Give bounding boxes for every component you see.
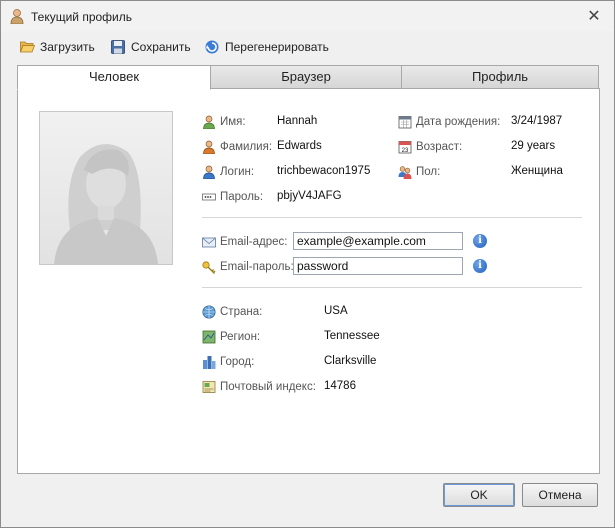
user-icon bbox=[9, 8, 25, 25]
age-label: Возраст: bbox=[416, 141, 463, 153]
surname-value: Edwards bbox=[277, 140, 322, 152]
divider bbox=[202, 217, 582, 218]
person-panel: Имя: Hannah Фамилия: Edwards Логин: tric… bbox=[17, 88, 600, 474]
avatar bbox=[39, 111, 173, 265]
name-row: Имя: bbox=[202, 114, 246, 130]
gender-value: Женщина bbox=[511, 165, 563, 177]
ok-button[interactable]: OK bbox=[443, 483, 515, 507]
birthdate-value: 3/24/1987 bbox=[511, 115, 563, 127]
email-address-row: Email-адрес: bbox=[202, 234, 287, 250]
key-icon bbox=[202, 261, 216, 274]
name-value: Hannah bbox=[277, 115, 318, 127]
buildings-icon bbox=[203, 356, 216, 369]
country-value: USA bbox=[324, 305, 348, 317]
city-label: Город: bbox=[220, 356, 255, 368]
floppy-disk-icon bbox=[111, 40, 125, 54]
regenerate-button[interactable]: Перегенерировать bbox=[204, 38, 329, 56]
folder-open-icon bbox=[19, 41, 35, 53]
region-row: Регион: bbox=[202, 329, 260, 345]
load-button[interactable]: Загрузить bbox=[19, 38, 95, 56]
map-icon bbox=[202, 330, 216, 344]
gender-users-icon bbox=[398, 166, 412, 179]
email-password-row: Email-пароль: bbox=[202, 259, 294, 275]
tab-browser[interactable]: Браузер bbox=[210, 65, 402, 89]
city-row: Город: bbox=[202, 354, 254, 370]
email-address-input[interactable] bbox=[293, 232, 463, 250]
calendar-day-icon: 23 bbox=[398, 141, 412, 154]
name-label: Имя: bbox=[220, 116, 246, 128]
age-row: 23 Возраст: bbox=[398, 139, 462, 155]
email-password-input[interactable] bbox=[293, 257, 463, 275]
tab-person[interactable]: Человек bbox=[17, 65, 211, 90]
country-row: Страна: bbox=[202, 304, 262, 320]
gender-row: Пол: bbox=[398, 164, 440, 180]
window-title: Текущий профиль bbox=[31, 10, 133, 24]
password-value: pbjyV4JAFG bbox=[277, 190, 342, 202]
zip-value: 14786 bbox=[324, 380, 356, 392]
email-address-info-icon[interactable]: i bbox=[473, 234, 487, 248]
email-password-info-icon[interactable]: i bbox=[473, 259, 487, 273]
password-label: Пароль: bbox=[220, 191, 264, 203]
gender-label: Пол: bbox=[416, 166, 441, 178]
person-icon bbox=[203, 115, 215, 129]
person-icon bbox=[203, 165, 215, 179]
city-value: Clarksville bbox=[324, 355, 377, 367]
email-password-label: Email-пароль: bbox=[220, 261, 294, 273]
login-value: trichbewacon1975 bbox=[277, 165, 371, 177]
region-label: Регион: bbox=[220, 331, 261, 343]
close-icon[interactable]: ✕ bbox=[586, 6, 602, 26]
save-label: Сохранить bbox=[131, 40, 191, 54]
region-value: Tennessee bbox=[324, 330, 380, 342]
email-address-label: Email-адрес: bbox=[220, 236, 288, 248]
load-label: Загрузить bbox=[40, 40, 95, 54]
profile-window: Текущий профиль ✕ Загрузить Сохранить Пе… bbox=[0, 0, 615, 528]
login-label: Логин: bbox=[220, 166, 255, 178]
save-button[interactable]: Сохранить bbox=[110, 38, 191, 56]
regenerate-label: Перегенерировать bbox=[225, 40, 329, 54]
divider bbox=[202, 287, 582, 288]
tab-bar: Человек Браузер Профиль bbox=[17, 65, 599, 90]
birthdate-row: Дата рождения: bbox=[398, 114, 500, 130]
calendar-icon bbox=[398, 116, 412, 129]
postal-icon bbox=[202, 381, 216, 393]
zip-label: Почтовый индекс: bbox=[220, 381, 316, 393]
password-row: Пароль: bbox=[202, 189, 263, 205]
password-field-icon bbox=[202, 193, 216, 201]
zip-row: Почтовый индекс: bbox=[202, 379, 316, 395]
globe-icon bbox=[202, 305, 216, 319]
age-value: 29 years bbox=[511, 140, 556, 152]
envelope-icon bbox=[202, 237, 216, 248]
toolbar: Загрузить Сохранить Перегенерировать bbox=[1, 33, 614, 59]
tab-profile[interactable]: Профиль bbox=[401, 65, 599, 89]
country-label: Страна: bbox=[220, 306, 263, 318]
svg-text:23: 23 bbox=[402, 148, 409, 154]
login-row: Логин: bbox=[202, 164, 254, 180]
surname-label: Фамилия: bbox=[220, 141, 273, 153]
refresh-icon bbox=[205, 40, 219, 54]
title-bar: Текущий профиль ✕ bbox=[1, 1, 614, 31]
person-icon bbox=[203, 140, 215, 154]
surname-row: Фамилия: bbox=[202, 139, 272, 155]
cancel-button[interactable]: Отмена bbox=[522, 483, 598, 507]
birthdate-label: Дата рождения: bbox=[416, 116, 501, 128]
